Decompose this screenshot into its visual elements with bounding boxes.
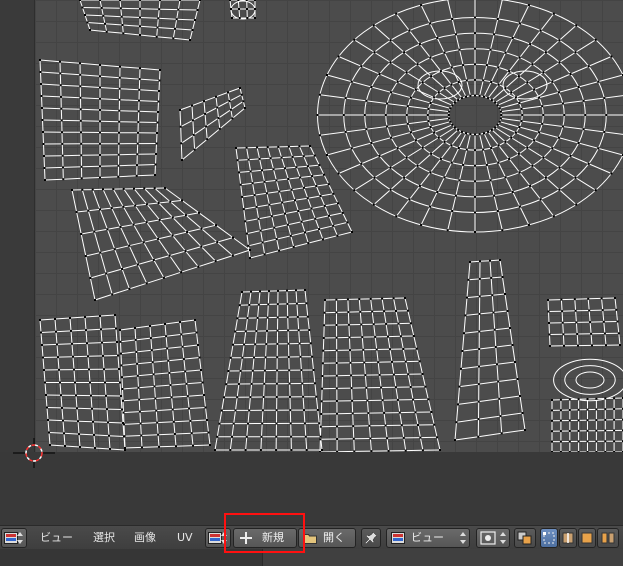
image-editor-icon [4,532,18,544]
uv-sync-toggle[interactable] [514,528,536,548]
pin-image-button[interactable] [361,528,381,548]
open-image-label: 開く [323,531,345,544]
menu-uv[interactable]: UV [177,529,193,547]
vertex-select-mode-button[interactable] [540,528,558,548]
view-mode-label: ビュー [411,531,444,544]
edge-select-icon [562,532,574,544]
highlight-box [224,513,305,553]
menu-view[interactable]: ビュー [40,529,73,547]
island-select-mode-button[interactable] [597,528,619,548]
menu-select[interactable]: 選択 [93,529,115,547]
bottom-right-panel [262,549,623,566]
pin-icon [364,531,378,545]
pivot-icon [480,531,496,545]
uv-sync-icon [517,531,532,545]
image-browse-icon [208,532,222,544]
uv-mesh-layer[interactable] [35,0,623,452]
bottom-region [0,549,623,566]
open-image-button[interactable]: 開く [298,528,356,548]
image-view-icon [391,532,405,544]
menu-image[interactable]: 画像 [134,529,156,547]
editor-type-selector[interactable] [1,528,27,548]
face-select-mode-button[interactable] [578,528,596,548]
uv-editor-empty-area[interactable] [0,452,623,528]
2d-cursor-icon[interactable] [13,438,55,468]
pivot-point-selector[interactable] [476,528,510,548]
folder-icon [303,534,317,544]
island-select-icon [601,532,615,544]
view-mode-dropdown[interactable]: ビュー [386,528,470,548]
face-select-icon [581,532,593,544]
left-edge-panel [0,0,35,452]
edge-select-mode-button[interactable] [559,528,577,548]
uv-editor-viewport[interactable] [35,0,623,452]
uv-editor-header: ビュー 選択 画像 UV 新規 開く ビュー [0,525,623,550]
uv-edges[interactable] [39,0,623,452]
vertex-select-icon [543,532,555,544]
